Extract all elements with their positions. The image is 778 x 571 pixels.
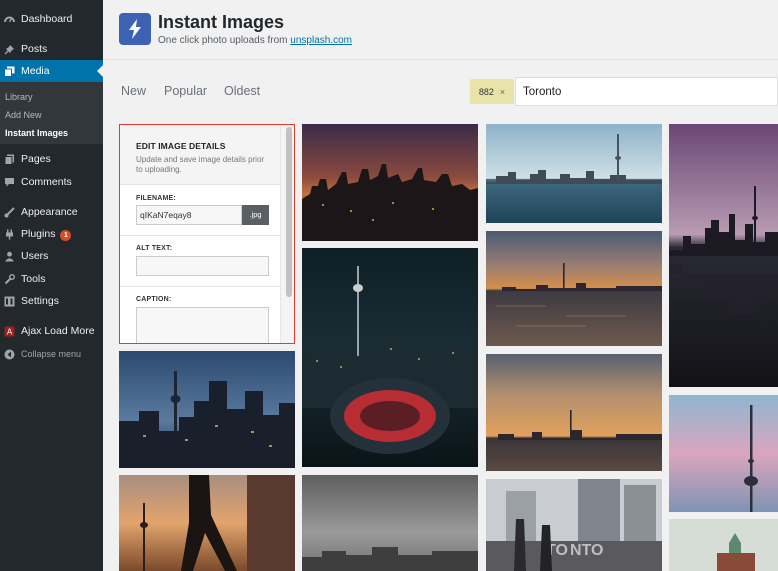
pin-icon: [4, 44, 15, 55]
plugin-update-badge: 1: [60, 229, 72, 241]
wrench-icon: [4, 273, 15, 285]
photo-purple-reflection[interactable]: [669, 124, 778, 387]
sidebar-item-users[interactable]: Users: [0, 245, 103, 267]
divider: [120, 286, 280, 287]
sidebar-item-settings[interactable]: Settings: [0, 290, 103, 312]
edit-image-details-panel: EDIT IMAGE DETAILS Update and save image…: [119, 124, 295, 344]
collapse-menu-button[interactable]: Collapse menu: [0, 343, 103, 365]
sidebar-item-label: Plugins 1: [21, 228, 72, 241]
photo-jumping-person[interactable]: [119, 475, 295, 571]
brush-icon: [4, 206, 15, 218]
photo-grey-city[interactable]: [302, 475, 478, 571]
file-extension-label: .jpg: [242, 205, 269, 225]
edit-panel-header: EDIT IMAGE DETAILS Update and save image…: [120, 125, 280, 185]
lightning-icon: [119, 13, 151, 45]
photo-skyline-buildings[interactable]: [119, 351, 295, 468]
sidebar-item-label: Ajax Load More: [21, 325, 95, 337]
comments-icon: [4, 177, 15, 188]
results-count-badge[interactable]: 882 ×: [470, 79, 514, 104]
media-icon: [4, 66, 15, 77]
unsplash-link[interactable]: unsplash.com: [290, 35, 352, 46]
caption-label: CAPTION:: [136, 296, 172, 303]
svg-text:NTO: NTO: [570, 542, 603, 559]
sidebar-item-label: Users: [21, 250, 49, 262]
photo-pink-tower[interactable]: [669, 395, 778, 512]
alt-text-label: ALT TEXT:: [136, 245, 173, 252]
sidebar-item-pages[interactable]: Pages: [0, 148, 103, 170]
photo-city-hall[interactable]: TO NTO: [486, 479, 662, 571]
submenu-item-add-new[interactable]: Add New: [5, 110, 42, 120]
edit-panel-title: EDIT IMAGE DETAILS: [136, 141, 226, 151]
admin-sidebar: Dashboard Posts Media Library Add New In…: [0, 0, 103, 571]
filename-input[interactable]: qIKaN7eqay8: [136, 205, 242, 225]
sort-popular-link[interactable]: Popular: [164, 84, 207, 98]
sidebar-item-label: Appearance: [21, 206, 78, 218]
sidebar-item-label: Dashboard: [21, 13, 73, 25]
edit-panel-description: Update and save image details prior to u…: [136, 155, 265, 174]
page-subtitle: One click photo uploads from unsplash.co…: [158, 35, 352, 46]
sidebar-item-label: Media: [21, 65, 50, 77]
photo-dusk-lake[interactable]: [486, 231, 662, 346]
svg-text:A: A: [7, 327, 13, 336]
collapse-icon: [4, 349, 15, 360]
sidebar-item-dashboard[interactable]: Dashboard: [0, 8, 103, 30]
page-header: Instant Images One click photo uploads f…: [103, 0, 778, 60]
pages-icon: [4, 154, 15, 165]
sidebar-item-label: Tools: [21, 273, 46, 285]
photo-waterfront-day[interactable]: [486, 124, 662, 223]
users-icon: [4, 251, 15, 262]
dashboard-icon: [4, 14, 15, 25]
filename-label: FILENAME:: [136, 195, 176, 202]
sidebar-item-appearance[interactable]: Appearance: [0, 201, 103, 223]
submenu-item-instant-images[interactable]: Instant Images: [5, 128, 68, 138]
sidebar-item-label: Pages: [21, 153, 51, 165]
photo-church-dome[interactable]: [669, 519, 778, 571]
settings-icon: [4, 296, 15, 307]
sort-oldest-link[interactable]: Oldest: [224, 84, 260, 98]
ajax-icon: A: [4, 326, 15, 337]
clear-search-icon[interactable]: ×: [500, 87, 505, 97]
sidebar-item-posts[interactable]: Posts: [0, 38, 103, 60]
plugin-icon: [4, 229, 15, 240]
results-count: 882: [478, 86, 494, 97]
sidebar-item-ajax-load-more[interactable]: A Ajax Load More: [0, 320, 103, 342]
photo-sunset-skyline[interactable]: [302, 124, 478, 241]
search-input[interactable]: [515, 77, 778, 106]
photo-night-stadium[interactable]: [302, 248, 478, 467]
caption-textarea[interactable]: [136, 307, 269, 343]
page-title: Instant Images: [158, 12, 285, 32]
sidebar-item-label: Comments: [21, 176, 72, 188]
photo-sunset-water[interactable]: [486, 354, 662, 471]
divider: [120, 235, 280, 236]
sidebar-item-comments[interactable]: Comments: [0, 171, 103, 193]
sidebar-item-label: Settings: [21, 295, 59, 307]
submenu-item-library[interactable]: Library: [5, 92, 33, 102]
sidebar-item-plugins[interactable]: Plugins 1: [0, 223, 103, 245]
sidebar-item-media[interactable]: Media: [0, 60, 103, 82]
sort-new-link[interactable]: New: [121, 84, 146, 98]
media-submenu: Library Add New Instant Images: [0, 82, 103, 144]
sidebar-item-tools[interactable]: Tools: [0, 268, 103, 290]
sidebar-item-label: Collapse menu: [21, 349, 82, 359]
alt-text-input[interactable]: [136, 256, 269, 276]
panel-scrollbar[interactable]: [286, 127, 292, 297]
sidebar-item-label: Posts: [21, 43, 48, 55]
